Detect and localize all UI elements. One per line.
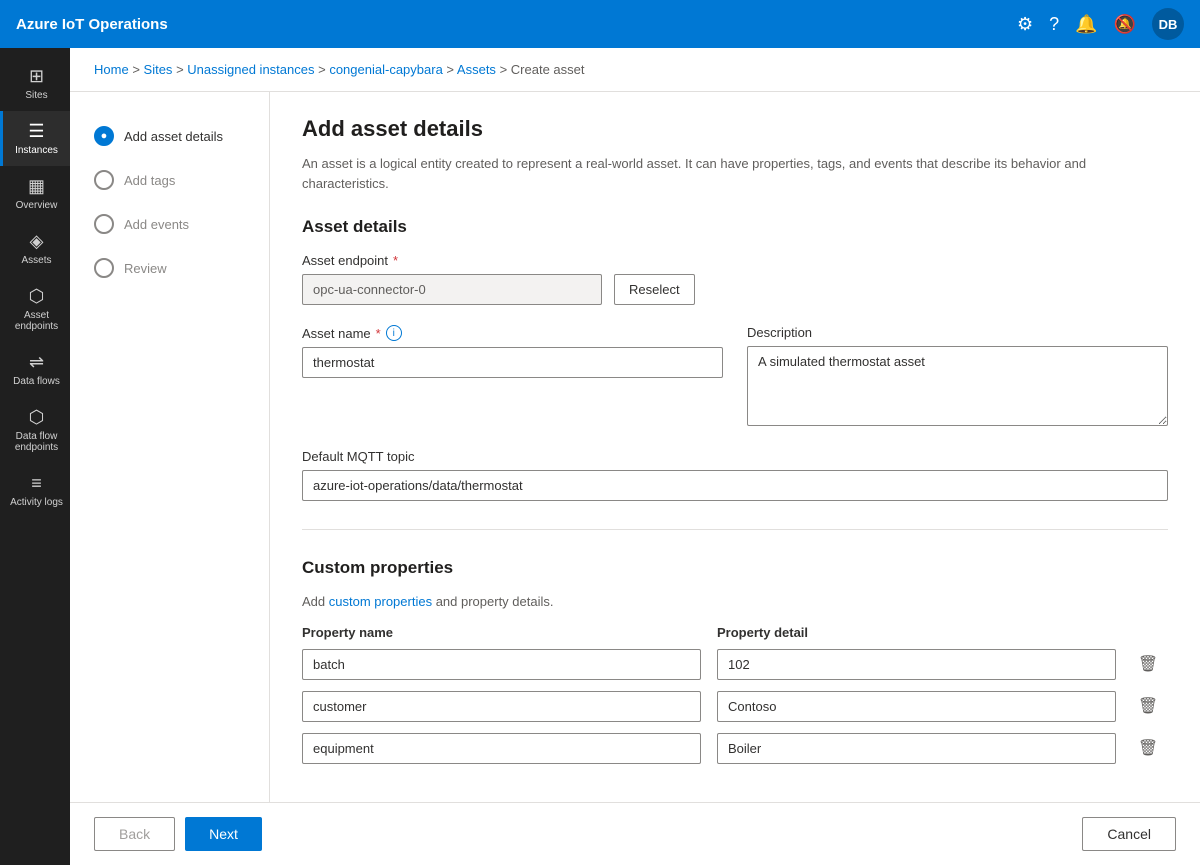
prop-name-equipment[interactable]	[302, 733, 701, 764]
breadcrumb-instance[interactable]: congenial-capybara	[329, 62, 442, 77]
notifications-icon[interactable]: 🔔	[1075, 14, 1097, 35]
sidebar-item-assets[interactable]: ◈ Assets	[0, 221, 70, 276]
asset-endpoints-icon: ⬡	[29, 286, 45, 307]
delete-batch-button[interactable]: 🗑	[1132, 648, 1164, 680]
steps-panel: ● Add asset details Add tags Add events …	[70, 92, 270, 802]
step-add-events[interactable]: Add events	[86, 204, 253, 244]
data-flow-endpoints-icon: ⬡	[29, 407, 45, 428]
bottom-bar: Back Next Cancel	[70, 802, 1200, 865]
main-layout: ⊞ Sites ☰ Instances ▦ Overview ◈ Assets …	[0, 48, 1200, 865]
prop-row-batch: 🗑	[302, 648, 1168, 680]
avatar[interactable]: DB	[1152, 8, 1184, 40]
form-area: Add asset details An asset is a logical …	[270, 92, 1200, 802]
asset-endpoint-group: Asset endpoint * Reselect	[302, 253, 1168, 305]
breadcrumb-home[interactable]: Home	[94, 62, 129, 77]
custom-props-desc: Add custom properties and property detai…	[302, 594, 1168, 609]
asset-name-input[interactable]	[302, 347, 723, 378]
sidebar-item-data-flow-endpoints[interactable]: ⬡ Data flow endpoints	[0, 397, 70, 463]
form-description: An asset is a logical entity created to …	[302, 154, 1168, 193]
step-label-4: Review	[124, 261, 167, 276]
endpoint-input[interactable]	[302, 274, 602, 305]
instances-icon: ☰	[28, 121, 44, 142]
step-review[interactable]: Review	[86, 248, 253, 288]
delete-customer-button[interactable]: 🗑	[1132, 690, 1164, 722]
description-input[interactable]	[747, 346, 1168, 426]
back-button[interactable]: Back	[94, 817, 175, 851]
asset-name-label: Asset name * i	[302, 325, 723, 341]
prop-header: Property name Property detail	[302, 625, 1168, 640]
step-add-asset-details[interactable]: ● Add asset details	[86, 116, 253, 156]
sidebar-item-overview[interactable]: ▦ Overview	[0, 166, 70, 221]
data-flows-icon: ⇌	[29, 352, 44, 373]
step-circle-4	[94, 258, 114, 278]
asset-details-section-title: Asset details	[302, 217, 1168, 237]
sidebar-item-instances[interactable]: ☰ Instances	[0, 111, 70, 166]
breadcrumb-current: Create asset	[511, 62, 585, 77]
sidebar-item-activity-logs[interactable]: ≡ Activity logs	[0, 463, 70, 518]
prop-detail-customer[interactable]	[717, 691, 1116, 722]
form-title: Add asset details	[302, 116, 1168, 142]
step-circle-2	[94, 170, 114, 190]
custom-props-link[interactable]: custom properties	[329, 594, 432, 609]
breadcrumb-assets[interactable]: Assets	[457, 62, 496, 77]
info-icon[interactable]: i	[386, 325, 402, 341]
step-circle-3	[94, 214, 114, 234]
prop-name-col-header: Property name	[302, 625, 701, 640]
cancel-button[interactable]: Cancel	[1082, 817, 1176, 851]
mqtt-label: Default MQTT topic	[302, 449, 1168, 464]
delete-equipment-button[interactable]: 🗑	[1132, 732, 1164, 764]
step-label-3: Add events	[124, 217, 189, 232]
sidebar-item-asset-endpoints[interactable]: ⬡ Asset endpoints	[0, 276, 70, 342]
description-label: Description	[747, 325, 1168, 340]
assets-icon: ◈	[30, 231, 44, 252]
prop-detail-equipment[interactable]	[717, 733, 1116, 764]
prop-row-equipment: 🗑	[302, 732, 1168, 764]
endpoint-row: Reselect	[302, 274, 1168, 305]
prop-name-batch[interactable]	[302, 649, 701, 680]
sidebar: ⊞ Sites ☰ Instances ▦ Overview ◈ Assets …	[0, 48, 70, 865]
sites-icon: ⊞	[29, 66, 44, 87]
step-label-2: Add tags	[124, 173, 175, 188]
endpoint-required-indicator: *	[393, 253, 398, 268]
reselect-button[interactable]: Reselect	[614, 274, 695, 305]
inner-layout: ● Add asset details Add tags Add events …	[70, 92, 1200, 802]
prop-detail-batch[interactable]	[717, 649, 1116, 680]
sidebar-item-sites[interactable]: ⊞ Sites	[0, 56, 70, 111]
asset-name-group: Asset name * i	[302, 325, 723, 429]
breadcrumb: Home > Sites > Unassigned instances > co…	[70, 48, 1200, 92]
help-icon[interactable]: ?	[1049, 14, 1059, 35]
name-required-indicator: *	[376, 326, 381, 341]
breadcrumb-sites[interactable]: Sites	[144, 62, 173, 77]
next-button[interactable]: Next	[185, 817, 262, 851]
endpoint-label: Asset endpoint *	[302, 253, 1168, 268]
prop-name-customer[interactable]	[302, 691, 701, 722]
top-navigation: Azure IoT Operations ⚙ ? 🔔 🔕 DB	[0, 0, 1200, 48]
section-divider	[302, 529, 1168, 530]
mqtt-topic-input[interactable]	[302, 470, 1168, 501]
content-area: Home > Sites > Unassigned instances > co…	[70, 48, 1200, 865]
settings-icon[interactable]: ⚙	[1017, 14, 1033, 35]
overview-icon: ▦	[28, 176, 45, 197]
prop-row-customer: 🗑	[302, 690, 1168, 722]
custom-props-title: Custom properties	[302, 558, 1168, 578]
description-group: Description	[747, 325, 1168, 429]
top-nav-icons: ⚙ ? 🔔 🔕 DB	[1017, 8, 1184, 40]
activity-logs-icon: ≡	[31, 473, 42, 494]
breadcrumb-unassigned[interactable]: Unassigned instances	[187, 62, 314, 77]
prop-detail-col-header: Property detail	[717, 625, 1116, 640]
mqtt-topic-group: Default MQTT topic	[302, 449, 1168, 501]
bell-icon[interactable]: 🔕	[1114, 14, 1136, 35]
app-title: Azure IoT Operations	[16, 16, 1017, 33]
step-label-1: Add asset details	[124, 129, 223, 144]
name-description-row: Asset name * i Description	[302, 325, 1168, 449]
step-add-tags[interactable]: Add tags	[86, 160, 253, 200]
step-circle-1: ●	[94, 126, 114, 146]
sidebar-item-data-flows[interactable]: ⇌ Data flows	[0, 342, 70, 397]
